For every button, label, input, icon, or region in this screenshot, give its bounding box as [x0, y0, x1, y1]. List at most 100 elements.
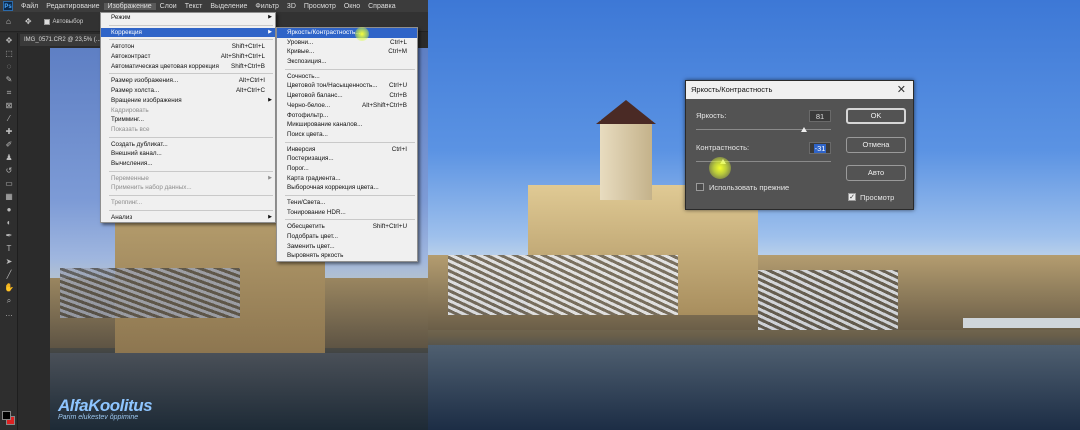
marquee-icon[interactable]: ⬚ — [4, 49, 14, 59]
eyedropper-icon[interactable]: ⁄ — [4, 114, 14, 124]
menu-item[interactable]: Вычисления... — [101, 159, 275, 169]
menu-item[interactable]: Автоматическая цветовая коррекция Shift+C… — [101, 62, 275, 72]
menu-item[interactable]: Микширование каналов... — [277, 120, 417, 130]
type-icon[interactable]: T — [4, 244, 14, 254]
preview-checkbox[interactable]: ✓ — [848, 193, 856, 201]
menu-item[interactable]: Кривые... Ctrl+M — [277, 47, 417, 57]
brush-icon[interactable]: ✐ — [4, 140, 14, 150]
menu-item[interactable]: Создать дубликат... — [101, 140, 275, 150]
menu-edit[interactable]: Редактирование — [42, 3, 103, 10]
home-icon[interactable]: ⌂ — [6, 17, 11, 26]
eraser-icon[interactable]: ▭ — [4, 179, 14, 189]
menu-separator — [285, 219, 415, 221]
menu-item[interactable]: Тени/Света... — [277, 198, 417, 208]
menu-item-label: Поиск цвета... — [287, 130, 328, 138]
menu-item-label: Применить набор данных... — [111, 184, 192, 192]
menu-item-label: Заменить цвет... — [287, 242, 335, 250]
brightness-input[interactable]: 81 — [809, 110, 831, 122]
gradient-icon[interactable]: ▦ — [4, 192, 14, 202]
path-select-icon[interactable]: ➤ — [4, 257, 14, 267]
menu-item[interactable]: Яркость/Контрастность... — [277, 28, 417, 38]
move-tool-icon[interactable]: ✥ — [25, 17, 32, 26]
hand-icon[interactable]: ✋ — [4, 283, 14, 293]
quick-select-icon[interactable]: ✎ — [4, 75, 14, 85]
ok-button[interactable]: OK — [846, 108, 906, 124]
menu-item[interactable]: Порог... — [277, 164, 417, 174]
menu-item[interactable]: Внешний канал... — [101, 149, 275, 159]
menu-item-label: Переменные — [111, 174, 149, 182]
foreground-color-swatch[interactable] — [2, 411, 11, 420]
submenu-arrow-icon: ▶ — [268, 174, 272, 181]
menu-item-label: Черно-белое... — [287, 101, 331, 109]
menu-item[interactable]: Сочность... — [277, 72, 417, 82]
contrast-input[interactable]: -31 — [809, 142, 831, 154]
menu-item-label: Кадрировать — [111, 106, 149, 114]
menu-item[interactable]: Фотофильтр... — [277, 111, 417, 121]
menu-image[interactable]: Изображение — [103, 2, 156, 10]
menu-item[interactable]: Размер холста... Alt+Ctrl+C — [101, 86, 275, 96]
lasso-icon[interactable]: ◌ — [4, 62, 14, 72]
legacy-checkbox[interactable] — [696, 183, 704, 191]
photoshop-logo-icon: Ps — [3, 1, 13, 11]
submenu-arrow-icon: ▶ — [268, 213, 272, 220]
brightness-slider-thumb[interactable] — [801, 127, 807, 132]
menu-item[interactable]: Цветовой баланс... Ctrl+B — [277, 91, 417, 101]
zoom-icon[interactable]: ⌕ — [4, 296, 14, 306]
menu-help[interactable]: Справка — [364, 3, 399, 10]
crop-icon[interactable]: ⌗ — [4, 88, 14, 98]
menu-item[interactable]: Выборочная коррекция цвета... — [277, 183, 417, 193]
menu-file[interactable]: Файл — [17, 3, 42, 10]
cancel-button[interactable]: Отмена — [846, 137, 906, 153]
menu-item[interactable]: Цветовой тон/Насыщенность... Ctrl+U — [277, 81, 417, 91]
history-brush-icon[interactable]: ↺ — [4, 166, 14, 176]
menu-item[interactable]: Обесцветить Shift+Ctrl+U — [277, 222, 417, 232]
menu-3d[interactable]: 3D — [283, 3, 300, 10]
line-icon[interactable]: ╱ — [4, 270, 14, 280]
menu-layers[interactable]: Слои — [156, 3, 181, 10]
menu-separator — [285, 68, 415, 70]
menu-filter[interactable]: Фильтр — [251, 3, 283, 10]
menu-item[interactable]: Заменить цвет... — [277, 242, 417, 252]
document-tab[interactable]: IMG_0571.CR2 @ 23,5% (... — [20, 34, 110, 46]
menu-item[interactable]: Анализ ▶ — [101, 213, 275, 223]
move-icon[interactable]: ✥ — [4, 36, 14, 46]
menu-item[interactable]: Подобрать цвет... — [277, 232, 417, 242]
menu-item[interactable]: Выровнять яркость — [277, 251, 417, 261]
more-tools-icon[interactable]: … — [4, 309, 14, 319]
menu-item[interactable]: Автотон Shift+Ctrl+L — [101, 42, 275, 52]
menu-type[interactable]: Текст — [181, 3, 207, 10]
menu-item-label: Кривые... — [287, 48, 315, 56]
menu-item-label: Тонирование HDR... — [287, 208, 346, 216]
menu-item[interactable]: Уровни... Ctrl+L — [277, 38, 417, 48]
menu-item[interactable]: Поиск цвета... — [277, 130, 417, 140]
close-icon[interactable]: ✕ — [897, 81, 906, 99]
menu-item-label: Вращение изображения — [111, 96, 182, 104]
menu-item[interactable]: Экспозиция... — [277, 57, 417, 67]
menu-item[interactable]: Инверсия Ctrl+I — [277, 145, 417, 155]
menu-window[interactable]: Окно — [340, 3, 364, 10]
menu-item[interactable]: Черно-белое... Alt+Shift+Ctrl+B — [277, 101, 417, 111]
menu-item[interactable]: Коррекция ▶ — [101, 27, 275, 38]
menu-item[interactable]: Карта градиента... — [277, 174, 417, 184]
menu-item[interactable]: Постеризация... — [277, 154, 417, 164]
blur-icon[interactable]: ● — [4, 205, 14, 215]
brightness-slider-track[interactable] — [696, 129, 831, 130]
auto-select-checkbox[interactable] — [43, 18, 50, 25]
auto-button[interactable]: Авто — [846, 165, 906, 181]
image-menu: Режим ▶ Коррекция ▶ Автотон Shift+Ctrl+L Авток… — [100, 12, 276, 224]
menu-select[interactable]: Выделение — [206, 3, 251, 10]
pen-icon[interactable]: ✒ — [4, 231, 14, 241]
menu-view[interactable]: Просмотр — [300, 3, 340, 10]
stamp-icon[interactable]: ♟ — [4, 153, 14, 163]
menu-item[interactable]: Размер изображения... Alt+Ctrl+I — [101, 76, 275, 86]
healing-icon[interactable]: ✚ — [4, 127, 14, 137]
menu-item[interactable]: Тримминг... — [101, 115, 275, 125]
menu-item[interactable]: Тонирование HDR... — [277, 208, 417, 218]
menu-item[interactable]: Режим ▶ — [101, 13, 275, 23]
menu-item[interactable]: Автоконтраст Alt+Shift+Ctrl+L — [101, 52, 275, 62]
dialog-titlebar[interactable]: Яркость/Контрастность ✕ — [686, 81, 913, 99]
frame-icon[interactable]: ⊠ — [4, 101, 14, 111]
menu-item[interactable]: Вращение изображения ▶ — [101, 96, 275, 106]
dodge-icon[interactable]: ◐ — [4, 218, 14, 228]
watermark-brand: AlfaKoolitus — [58, 396, 153, 415]
